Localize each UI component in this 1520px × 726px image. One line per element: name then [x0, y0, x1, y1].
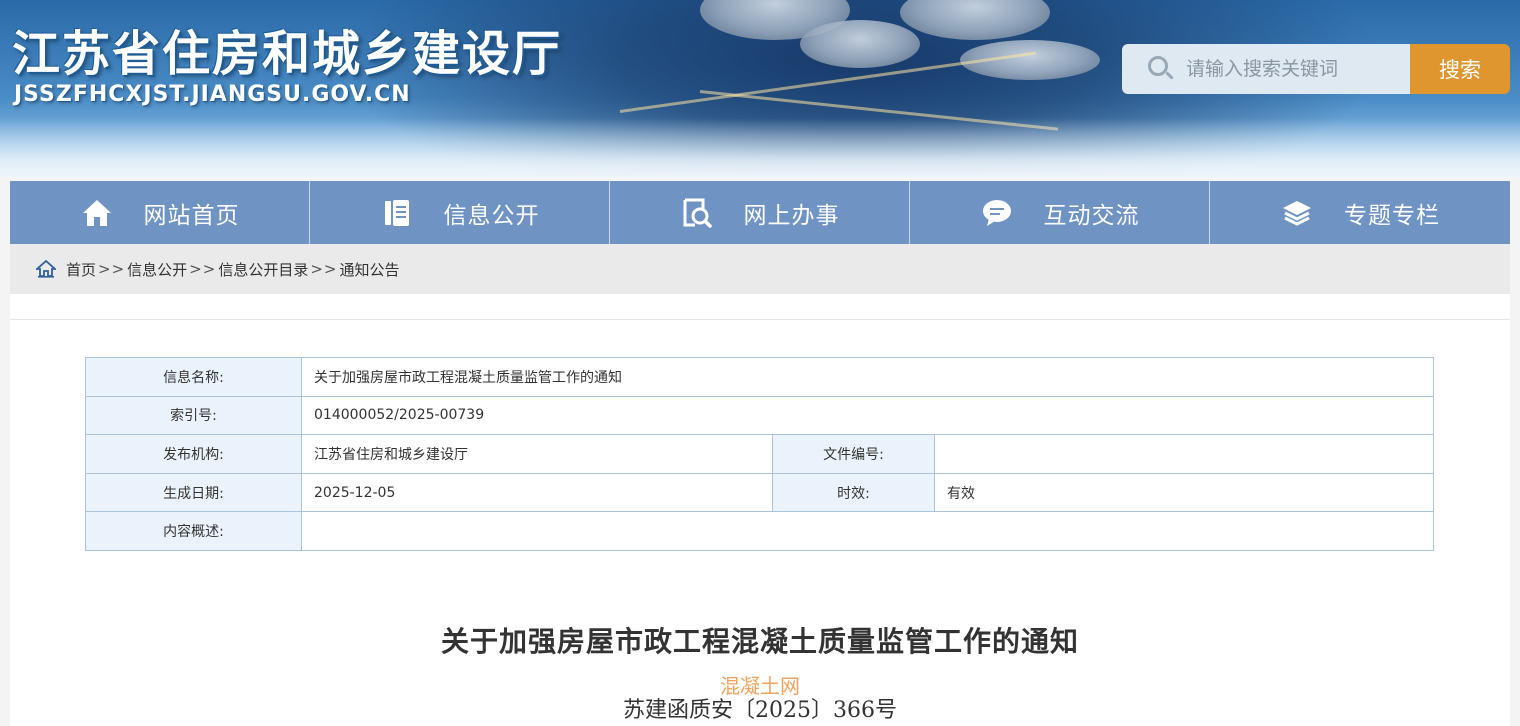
- nav-item-label: 信息公开: [443, 202, 540, 229]
- search-box: [1122, 44, 1412, 94]
- table-row: 生成日期: 2025-12-05 时效: 有效: [85, 472, 1434, 513]
- breadcrumb-info-catalog[interactable]: 信息公开目录: [218, 259, 308, 280]
- search-icon: [1148, 56, 1174, 82]
- nav-item-label: 专题专栏: [1344, 202, 1440, 229]
- breadcrumb-info-disclosure[interactable]: 信息公开: [127, 259, 187, 280]
- banner-stadium-dome: [800, 20, 920, 68]
- home-icon: [36, 260, 56, 278]
- breadcrumb-notices[interactable]: 通知公告: [339, 259, 399, 280]
- table-row: 内容概述:: [85, 511, 1434, 551]
- divider: [10, 319, 1510, 320]
- nav-item-online-services[interactable]: 网上办事: [610, 181, 910, 244]
- document-icon: [380, 196, 414, 230]
- info-metadata-table: 信息名称: 关于加强房屋市政工程混凝土质量监管工作的通知 索引号: 014000…: [85, 357, 1434, 551]
- nav-item-label: 网站首页: [143, 202, 240, 229]
- breadcrumb-home[interactable]: 首页: [66, 259, 96, 280]
- home-icon: [80, 196, 114, 230]
- layers-icon: [1280, 196, 1314, 230]
- chat-bubble-icon: [980, 196, 1014, 230]
- info-name-value: 关于加强房屋市政工程混凝土质量监管工作的通知: [301, 357, 1434, 397]
- document-number: 苏建函质安〔2025〕366号: [623, 698, 897, 723]
- info-date-value: 2025-12-05: [301, 472, 773, 513]
- nav-item-label: 互动交流: [1043, 202, 1140, 229]
- table-row: 索引号: 014000052/2025-00739: [85, 395, 1434, 436]
- search-input[interactable]: [1186, 58, 1406, 80]
- breadcrumb-separator: >>: [98, 260, 126, 278]
- info-validity-value: 有效: [934, 472, 1434, 513]
- info-doc-no-label: 文件编号:: [772, 434, 935, 474]
- info-summary-label: 内容概述:: [85, 511, 302, 551]
- table-row: 信息名称: 关于加强房屋市政工程混凝土质量监管工作的通知: [85, 357, 1434, 397]
- info-summary-value: [301, 511, 1434, 551]
- info-validity-label: 时效:: [772, 472, 935, 513]
- nav-item-special-topics[interactable]: 专题专栏: [1210, 181, 1510, 244]
- site-title: 江苏省住房和城乡建设厅: [12, 26, 563, 82]
- nav-item-home[interactable]: 网站首页: [10, 181, 310, 244]
- breadcrumb-separator: >>: [189, 260, 217, 278]
- breadcrumb: 首页 >> 信息公开 >> 信息公开目录 >> 通知公告: [10, 244, 1510, 294]
- info-doc-no-value: [934, 434, 1434, 474]
- breadcrumb-separator: >>: [310, 260, 338, 278]
- search-button[interactable]: 搜索: [1410, 44, 1510, 94]
- info-date-label: 生成日期:: [85, 472, 302, 513]
- info-name-label: 信息名称:: [85, 357, 302, 397]
- site-domain: JSSZFHCXJST.JIANGSU.GOV.CN: [14, 82, 411, 107]
- table-row: 发布机构: 江苏省住房和城乡建设厅 文件编号:: [85, 434, 1434, 474]
- nav-item-info-disclosure[interactable]: 信息公开: [310, 181, 610, 244]
- article-title: 关于加强房屋市政工程混凝土质量监管工作的通知: [440, 625, 1079, 658]
- header-fade: [0, 118, 1520, 178]
- nav-item-label: 网上办事: [743, 202, 840, 229]
- main-content: 信息名称: 关于加强房屋市政工程混凝土质量监管工作的通知 索引号: 014000…: [10, 294, 1510, 726]
- info-publisher-value: 江苏省住房和城乡建设厅: [301, 434, 773, 474]
- search-document-icon: [680, 196, 714, 230]
- nav-item-interaction[interactable]: 互动交流: [910, 181, 1210, 244]
- info-index-value: 014000052/2025-00739: [301, 395, 1434, 436]
- info-publisher-label: 发布机构:: [85, 434, 302, 474]
- main-nav: 网站首页 信息公开 网上办事 互动交流 专题专栏: [10, 181, 1510, 244]
- info-index-label: 索引号:: [85, 395, 302, 436]
